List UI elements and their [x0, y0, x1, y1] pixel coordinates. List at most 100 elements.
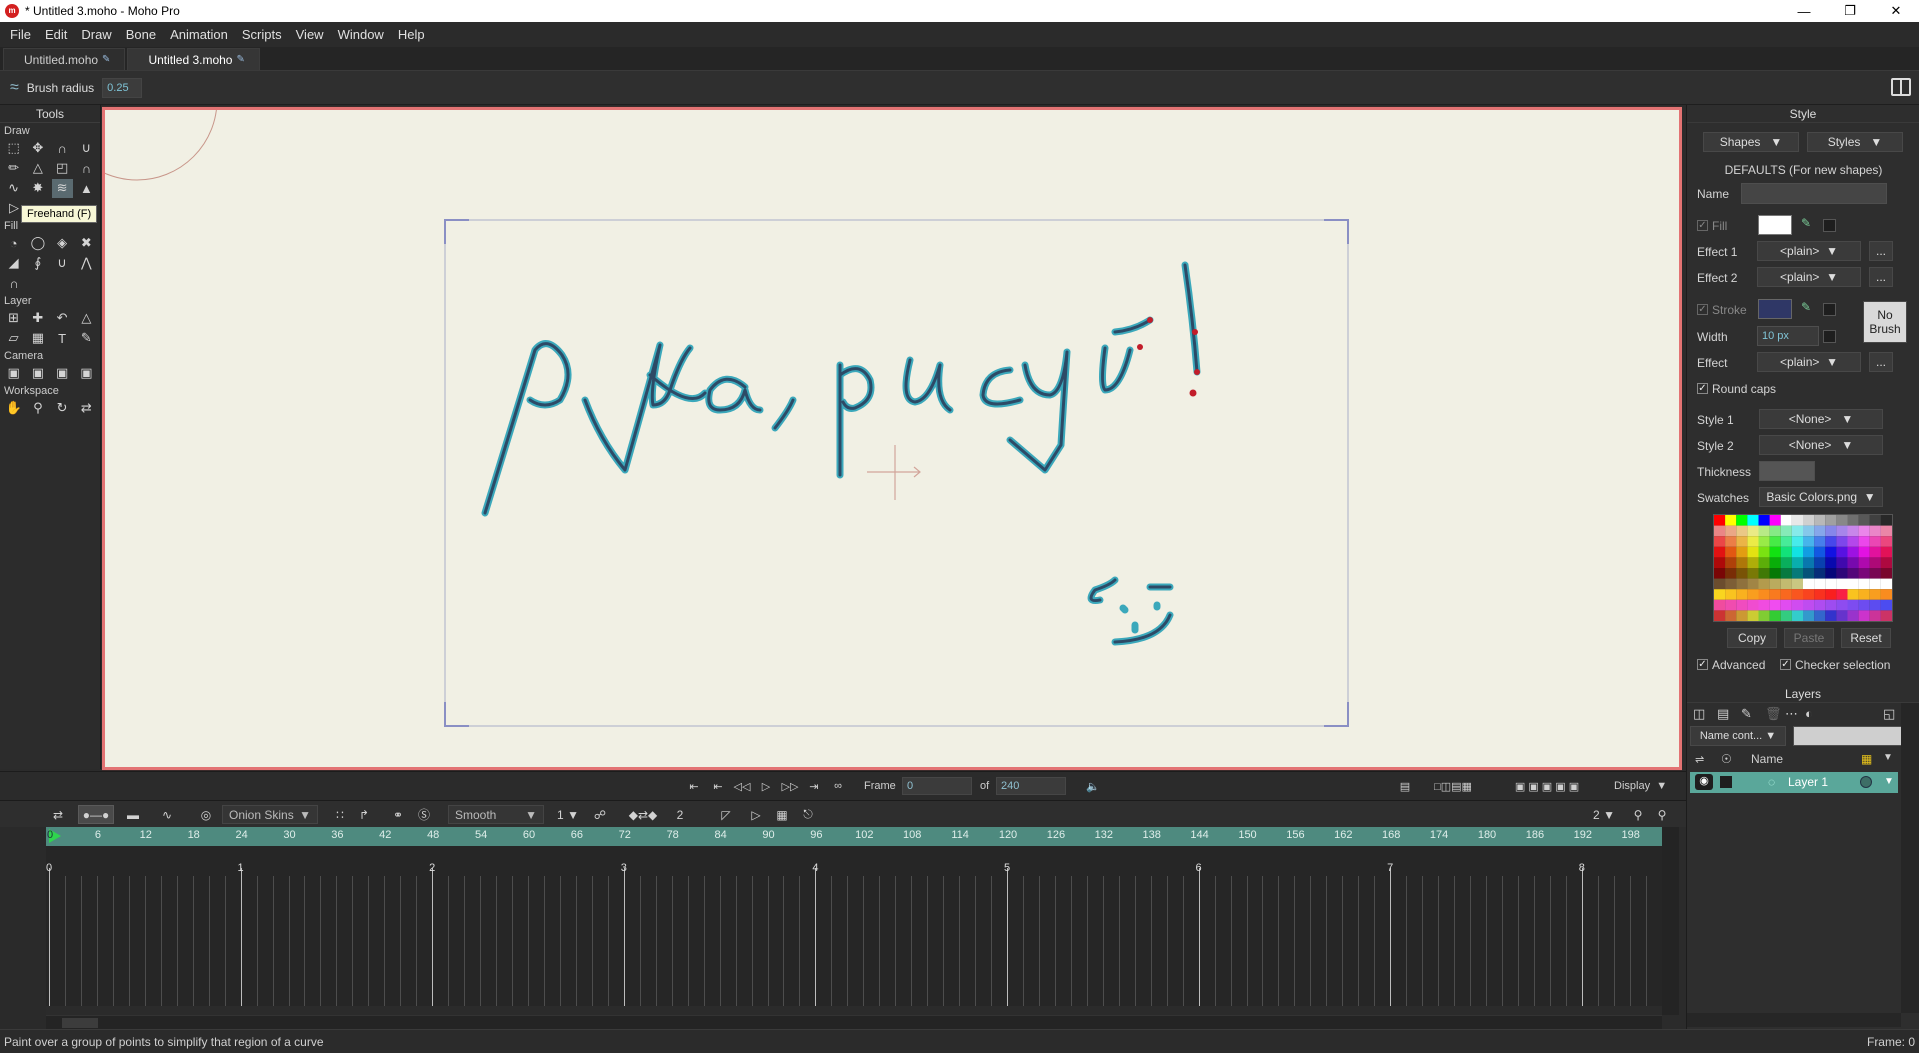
layer-lock-icon[interactable]	[1720, 776, 1732, 788]
keyframe-box-icon[interactable]: ☍	[590, 805, 610, 824]
palette-swatch[interactable]	[1836, 610, 1848, 621]
zoom-out-icon[interactable]: ⚲	[1628, 805, 1648, 824]
palette-swatch[interactable]	[1825, 525, 1837, 537]
effect1-dropdown[interactable]: <plain> ▼	[1757, 241, 1861, 261]
camera-track-icon[interactable]: ▣	[3, 364, 24, 383]
onion-skin-icon[interactable]: ◎	[196, 805, 216, 824]
color-points-icon[interactable]: ∩	[3, 274, 25, 293]
bone-key-icon[interactable]: ↱	[354, 805, 374, 824]
layer-row-layer-1[interactable]: ◉ ◌ Layer 1 ▼	[1690, 772, 1898, 793]
menu-file[interactable]: File	[3, 27, 38, 42]
layer-perspective-icon[interactable]: △	[76, 309, 97, 328]
palette-swatch[interactable]	[1814, 599, 1826, 611]
palette-swatch[interactable]	[1836, 536, 1848, 547]
palette-swatch[interactable]	[1791, 589, 1803, 600]
rewind-start-icon[interactable]: ⇤	[684, 776, 704, 796]
curve-icon[interactable]: ∿	[3, 179, 24, 198]
set-origin-icon[interactable]: ⊞	[3, 309, 24, 328]
paste-button[interactable]: Paste	[1784, 628, 1834, 648]
drawing-canvas[interactable]	[102, 107, 1682, 770]
palette-swatch[interactable]	[1803, 546, 1815, 558]
total-frames-input[interactable]: 240	[996, 777, 1066, 795]
delete-layer-icon[interactable]: 🗑	[1765, 706, 1782, 722]
palette-swatch[interactable]	[1847, 515, 1859, 526]
palette-swatch[interactable]	[1847, 536, 1859, 547]
palette-swatch[interactable]	[1880, 525, 1892, 537]
palette-swatch[interactable]	[1869, 515, 1881, 526]
palette-swatch[interactable]	[1791, 525, 1803, 537]
palette-swatch[interactable]	[1825, 568, 1837, 579]
layer-bake-icon[interactable]: ◐	[1805, 706, 1813, 721]
palette-swatch[interactable]	[1758, 557, 1770, 568]
palette-swatch[interactable]	[1758, 610, 1770, 621]
palette-swatch[interactable]	[1803, 536, 1815, 547]
shapes-dropdown[interactable]: Shapes ▼	[1703, 132, 1799, 152]
effect2-more-button[interactable]: ...	[1869, 267, 1893, 287]
palette-swatch[interactable]	[1869, 589, 1881, 600]
add-point-icon[interactable]: ∩	[52, 139, 73, 158]
checker-selection-checkbox[interactable]: ✓	[1780, 659, 1791, 670]
palette-swatch[interactable]	[1858, 557, 1870, 568]
palette-swatch[interactable]	[1714, 546, 1726, 558]
magnet-icon[interactable]: ∩	[76, 159, 97, 178]
palette-swatch[interactable]	[1847, 557, 1859, 568]
palette-swatch[interactable]	[1803, 557, 1815, 568]
orbit-workspace-icon[interactable]: ⇄	[76, 399, 97, 418]
menu-edit[interactable]: Edit	[38, 27, 74, 42]
onion-skins-dropdown[interactable]: Onion Skins ▼	[222, 805, 318, 824]
palette-swatch[interactable]	[1758, 515, 1770, 526]
swap-icon[interactable]: ⇄	[46, 805, 70, 824]
duplicate-layer-icon[interactable]: ▤	[1717, 706, 1729, 722]
palette-swatch[interactable]	[1880, 515, 1892, 526]
palette-swatch[interactable]	[1825, 578, 1837, 590]
palette-swatch[interactable]	[1814, 546, 1826, 558]
doc-tab-untitled-3[interactable]: Untitled 3.moho ✎	[127, 48, 260, 70]
next-key-icon[interactable]: ⇥	[804, 776, 824, 796]
scroll-thumb[interactable]	[62, 1018, 98, 1028]
palette-swatch[interactable]	[1880, 568, 1892, 579]
palette-swatch[interactable]	[1791, 557, 1803, 568]
palette-swatch[interactable]	[1725, 546, 1737, 558]
palette-swatch[interactable]	[1791, 546, 1803, 558]
palette-swatch[interactable]	[1791, 578, 1803, 590]
palette-swatch[interactable]	[1725, 536, 1737, 547]
palette-swatch[interactable]	[1780, 599, 1792, 611]
palette-swatch[interactable]	[1814, 568, 1826, 579]
display-dropdown[interactable]: Display ▼	[1614, 776, 1667, 796]
palette-swatch[interactable]	[1858, 589, 1870, 600]
paint-bucket-icon[interactable]: ◈	[52, 234, 73, 253]
timeline-vertical-scrollbar[interactable]	[1662, 827, 1679, 1015]
palette-swatch[interactable]	[1880, 557, 1892, 568]
palette-swatch[interactable]	[1736, 599, 1748, 611]
palette-swatch[interactable]	[1780, 525, 1792, 537]
effect-dropdown[interactable]: <plain> ▼	[1757, 352, 1861, 372]
menu-help[interactable]: Help	[391, 27, 432, 42]
prev-frame-icon[interactable]: ◁◁	[732, 776, 752, 796]
palette-swatch[interactable]	[1747, 589, 1759, 600]
palette-swatch[interactable]	[1869, 557, 1881, 568]
palette-swatch[interactable]	[1725, 568, 1737, 579]
key-spacing-value[interactable]: 2	[670, 805, 690, 824]
rotate-layer-icon[interactable]: ↶	[52, 309, 73, 328]
add-keyframe-icon[interactable]: ▷	[746, 805, 766, 824]
palette-swatch[interactable]	[1836, 515, 1848, 526]
minimize-icon[interactable]: —	[1781, 0, 1827, 22]
delete-key-icon[interactable]: ⎋	[798, 805, 818, 824]
layer-more-icon[interactable]: ⋯	[1785, 706, 1798, 722]
palette-swatch[interactable]	[1880, 589, 1892, 600]
palette-swatch[interactable]	[1803, 599, 1815, 611]
width-random-icon[interactable]	[1823, 330, 1836, 343]
thickness-input[interactable]	[1759, 461, 1815, 481]
layer-1-label[interactable]: Layer 1	[1788, 775, 1828, 789]
palette-swatch[interactable]	[1725, 515, 1737, 526]
palette-swatch[interactable]	[1836, 568, 1848, 579]
palette-swatch[interactable]	[1736, 568, 1748, 579]
layer-row-dropdown-icon[interactable]: ▼	[1884, 776, 1894, 787]
fill-eyedropper-icon[interactable]: ✎	[1801, 216, 1811, 230]
transform-layer-icon[interactable]: ✚	[27, 309, 48, 328]
key-spacing-icons[interactable]: ◆⇄◆	[620, 805, 666, 824]
palette-swatch[interactable]	[1814, 578, 1826, 590]
palette-swatch[interactable]	[1780, 515, 1792, 526]
relative-keys-icon[interactable]: Ⓢ	[414, 805, 434, 824]
palette-swatch[interactable]	[1803, 525, 1815, 537]
